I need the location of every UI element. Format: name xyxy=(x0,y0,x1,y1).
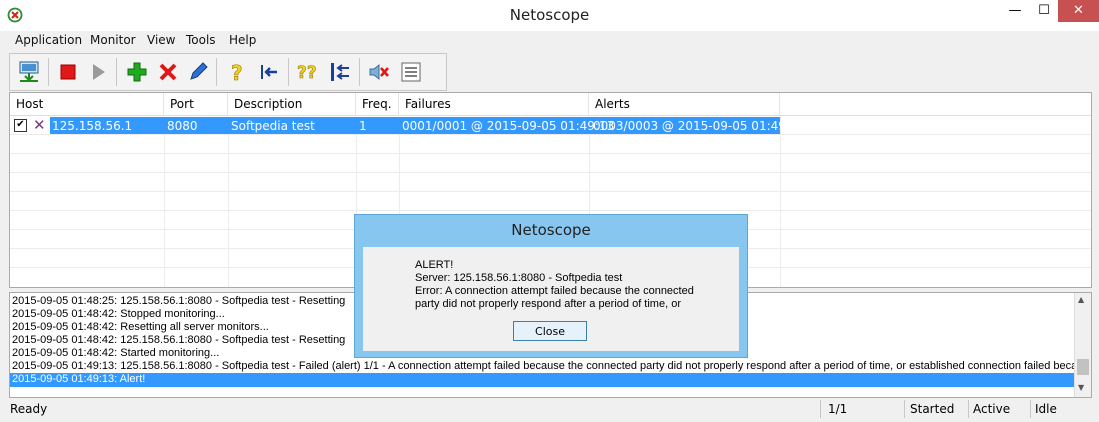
scroll-down-icon[interactable]: ▼ xyxy=(1078,383,1084,392)
log-line: 2015-09-05 01:48:42: 125.158.56.1:8080 -… xyxy=(12,334,346,346)
context-help-icon[interactable]: ?? xyxy=(297,60,321,84)
column-description[interactable]: Description xyxy=(228,93,356,115)
dialog-close-button[interactable]: Close xyxy=(513,321,587,341)
align-left-icon[interactable] xyxy=(257,60,281,84)
grid-header: Host Port Description Freq. Failures Ale… xyxy=(10,93,1091,116)
status-failed-icon: ✕ xyxy=(33,116,46,134)
cell-description: Softpedia test xyxy=(231,119,315,133)
dialog-server: Server: 125.158.56.1:8080 - Softpedia te… xyxy=(415,272,623,284)
play-icon[interactable] xyxy=(86,60,110,84)
dialog-body: ALERT! Server: 125.158.56.1:8080 - Softp… xyxy=(363,247,739,351)
toolbar-separator xyxy=(288,58,289,86)
log-line: 2015-09-05 01:48:42: Started monitoring.… xyxy=(12,347,220,359)
cell-host: 125.158.56.1 xyxy=(52,119,133,133)
toolbar-separator xyxy=(359,58,360,86)
dialog-error-line1: Error: A connection attempt failed becau… xyxy=(415,285,694,297)
column-alerts[interactable]: Alerts xyxy=(589,93,780,115)
remove-server-icon[interactable] xyxy=(156,60,180,84)
menu-help[interactable]: Help xyxy=(229,33,256,47)
stop-icon[interactable] xyxy=(56,60,80,84)
grid-column-line xyxy=(780,115,781,287)
grid-line xyxy=(10,210,1091,211)
window-title: Netoscope xyxy=(509,6,590,24)
row-checkbox[interactable]: ✔ xyxy=(14,119,27,132)
menu-bar: Application Monitor View Tools Help xyxy=(0,31,1099,51)
log-line: 2015-09-05 01:48:42: Resetting all serve… xyxy=(12,321,269,333)
column-freq[interactable]: Freq. xyxy=(356,93,399,115)
grid-line xyxy=(10,172,1091,173)
help-icon[interactable]: ? xyxy=(225,60,249,84)
add-server-icon[interactable] xyxy=(125,60,149,84)
cell-failures: 0001/0001 @ 2015-09-05 01:49:13 xyxy=(402,119,615,133)
status-started: Started xyxy=(910,402,955,416)
status-divider xyxy=(904,400,905,418)
svg-text:??: ?? xyxy=(297,63,317,83)
load-servers-icon[interactable] xyxy=(17,60,41,84)
grid-line xyxy=(10,153,1091,154)
mute-sound-icon[interactable] xyxy=(367,60,391,84)
status-count: 1/1 xyxy=(828,402,848,416)
status-divider xyxy=(820,400,821,418)
list-view-icon[interactable] xyxy=(399,60,423,84)
status-active: Active xyxy=(973,402,1011,416)
cell-alerts: 0003/0003 @ 2015-09-05 01:49:13 xyxy=(593,119,806,133)
svg-text:?: ? xyxy=(231,61,243,84)
collapse-icon[interactable] xyxy=(328,60,352,84)
alert-dialog: Netoscope ALERT! Server: 125.158.56.1:80… xyxy=(354,214,748,358)
toolbar-separator xyxy=(116,58,117,86)
toolbar-separator xyxy=(48,58,49,86)
dialog-title: Netoscope xyxy=(511,221,591,239)
minimize-button[interactable]: — xyxy=(1000,0,1030,22)
cell-port: 8080 xyxy=(167,119,198,133)
scroll-thumb[interactable] xyxy=(1077,359,1089,375)
status-idle: Idle xyxy=(1035,402,1057,416)
log-scrollbar[interactable]: ▲ ▼ xyxy=(1074,293,1091,397)
edit-server-icon[interactable] xyxy=(186,60,210,84)
maximize-button[interactable]: ☐ xyxy=(1030,0,1058,22)
dialog-heading: ALERT! xyxy=(415,259,454,271)
log-line: 2015-09-05 01:48:25: 125.158.56.1:8080 -… xyxy=(12,295,346,307)
grid-column-line xyxy=(164,115,165,287)
close-window-button[interactable]: ✕ xyxy=(1058,0,1099,22)
title-bar: Netoscope — ☐ ✕ xyxy=(0,0,1099,31)
menu-application[interactable]: Application xyxy=(15,33,82,47)
toolbar: ? ?? xyxy=(9,53,447,91)
log-line-selected: 2015-09-05 01:49:13: Alert! xyxy=(12,373,146,385)
column-failures[interactable]: Failures xyxy=(399,93,589,115)
status-bar: Ready 1/1 Started Active Idle xyxy=(0,398,1099,422)
scroll-up-icon[interactable]: ▲ xyxy=(1078,295,1084,304)
log-line: 2015-09-05 01:49:13: 125.158.56.1:8080 -… xyxy=(12,360,1092,372)
status-divider xyxy=(1030,400,1031,418)
log-selected-row[interactable] xyxy=(10,373,1074,387)
status-text: Ready xyxy=(10,402,48,416)
grid-line xyxy=(10,191,1091,192)
toolbar-separator xyxy=(216,58,217,86)
dialog-error-line2: party did not properly respond after a p… xyxy=(415,298,681,310)
menu-monitor[interactable]: Monitor xyxy=(90,33,136,47)
menu-view[interactable]: View xyxy=(147,33,175,47)
log-line: 2015-09-05 01:48:42: Stopped monitoring.… xyxy=(12,308,225,320)
cell-freq: 1 xyxy=(359,119,367,133)
menu-tools[interactable]: Tools xyxy=(186,33,216,47)
column-port[interactable]: Port xyxy=(164,93,228,115)
status-divider xyxy=(968,400,969,418)
column-host[interactable]: Host xyxy=(10,93,164,115)
grid-column-line xyxy=(228,115,229,287)
grid-line xyxy=(10,134,1091,135)
